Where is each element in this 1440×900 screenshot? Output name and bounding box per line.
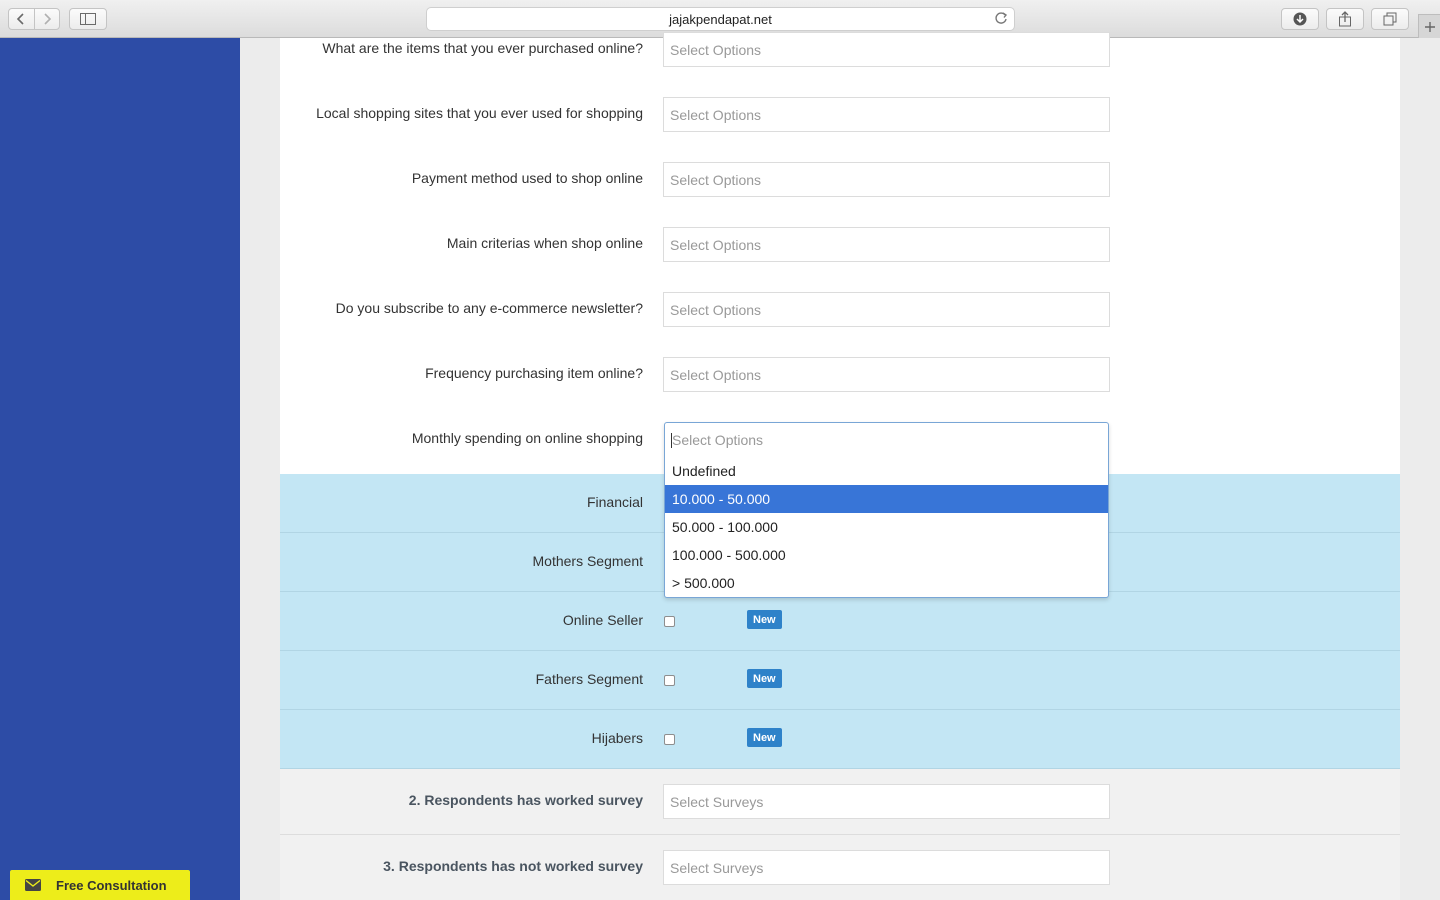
back-button[interactable] (9, 9, 34, 29)
new-badge: New (747, 728, 782, 747)
dropdown-option[interactable]: > 500.000 (665, 569, 1108, 597)
segment-checkbox[interactable] (664, 616, 675, 627)
question-select[interactable]: Select Options (663, 357, 1110, 392)
new-badge: New (747, 669, 782, 688)
dropdown-option-highlighted[interactable]: 10.000 - 50.000 (665, 485, 1108, 513)
nav-buttons (8, 8, 60, 30)
divider (280, 834, 1400, 835)
tabs-overview-button[interactable] (1371, 8, 1409, 30)
segment-row-hijabers: Hijabers New (280, 710, 1400, 769)
reload-icon[interactable] (994, 11, 1008, 28)
select-placeholder: Select Options (670, 106, 762, 123)
segment-checkbox[interactable] (664, 734, 675, 745)
question-select[interactable]: Select Options (663, 227, 1110, 262)
dropdown-options: Undefined 10.000 - 50.000 50.000 - 100.0… (665, 457, 1108, 597)
question-label: Main criterias when shop online (446, 235, 643, 251)
survey-label: 3. Respondents has not worked survey (383, 858, 643, 874)
download-icon (1293, 12, 1307, 26)
plus-icon (1424, 21, 1435, 32)
question-select[interactable]: Select Options (663, 97, 1110, 132)
dropdown-placeholder: Select Options (672, 432, 764, 448)
question-select[interactable]: Select Options (663, 292, 1110, 327)
tabs-icon (1383, 12, 1397, 26)
address-bar[interactable]: jajakpendapat.net (426, 7, 1015, 31)
segment-label: Hijabers (591, 730, 643, 746)
worked-survey-select[interactable]: Select Surveys (663, 784, 1110, 819)
not-worked-survey-select[interactable]: Select Surveys (663, 850, 1110, 885)
select-placeholder: Select Surveys (670, 859, 764, 876)
question-label: What are the items that you ever purchas… (322, 40, 643, 56)
select-placeholder: Select Options (670, 171, 762, 188)
mail-icon (10, 879, 56, 891)
url-text: jajakpendapat.net (669, 11, 772, 27)
back-icon (17, 13, 24, 25)
dropdown-option[interactable]: 50.000 - 100.000 (665, 513, 1108, 541)
select-placeholder: Select Options (670, 41, 762, 58)
survey-label: 2. Respondents has worked survey (408, 792, 643, 808)
free-consultation-label: Free Consultation (56, 877, 167, 893)
share-button[interactable] (1326, 8, 1364, 30)
free-consultation-button[interactable]: Free Consultation (10, 870, 190, 900)
sidebar-toggle-button[interactable] (69, 8, 107, 30)
select-placeholder: Select Options (670, 236, 762, 253)
question-label: Do you subscribe to any e-commerce newsl… (335, 300, 643, 316)
question-label: Frequency purchasing item online? (425, 365, 643, 381)
question-select[interactable]: Select Options (663, 32, 1110, 67)
select-placeholder: Select Options (670, 301, 762, 318)
downloads-button[interactable] (1281, 8, 1319, 30)
new-tab-button[interactable] (1418, 14, 1440, 38)
share-icon (1339, 11, 1351, 27)
segment-checkbox[interactable] (664, 675, 675, 686)
dropdown-option[interactable]: Undefined (665, 457, 1108, 485)
question-label: Monthly spending on online shopping (411, 430, 643, 446)
dropdown-option[interactable]: 100.000 - 500.000 (665, 541, 1108, 569)
questions-section: What are the items that you ever purchas… (280, 32, 1400, 474)
dropdown-search-input[interactable]: Select Options (665, 423, 1108, 457)
forward-icon (44, 13, 51, 25)
left-sidebar (0, 38, 240, 900)
select-placeholder: Select Surveys (670, 793, 764, 810)
question-label: Local shopping sites that you ever used … (316, 105, 643, 121)
question-label: Payment method used to shop online (411, 170, 643, 186)
segment-label: Mothers Segment (532, 553, 644, 569)
question-select[interactable]: Select Options (663, 162, 1110, 197)
monthly-spending-dropdown: Select Options Undefined 10.000 - 50.000… (664, 422, 1109, 598)
segment-label: Online Seller (562, 612, 643, 628)
new-badge: New (747, 610, 782, 629)
segment-label: Financial (586, 494, 643, 510)
forward-button[interactable] (33, 9, 60, 29)
segment-row-online-seller: Online Seller New (280, 592, 1400, 651)
select-placeholder: Select Options (670, 366, 762, 383)
segment-label: Fathers Segment (535, 671, 643, 687)
sidebar-icon (80, 13, 96, 25)
segment-row-fathers: Fathers Segment New (280, 651, 1400, 710)
